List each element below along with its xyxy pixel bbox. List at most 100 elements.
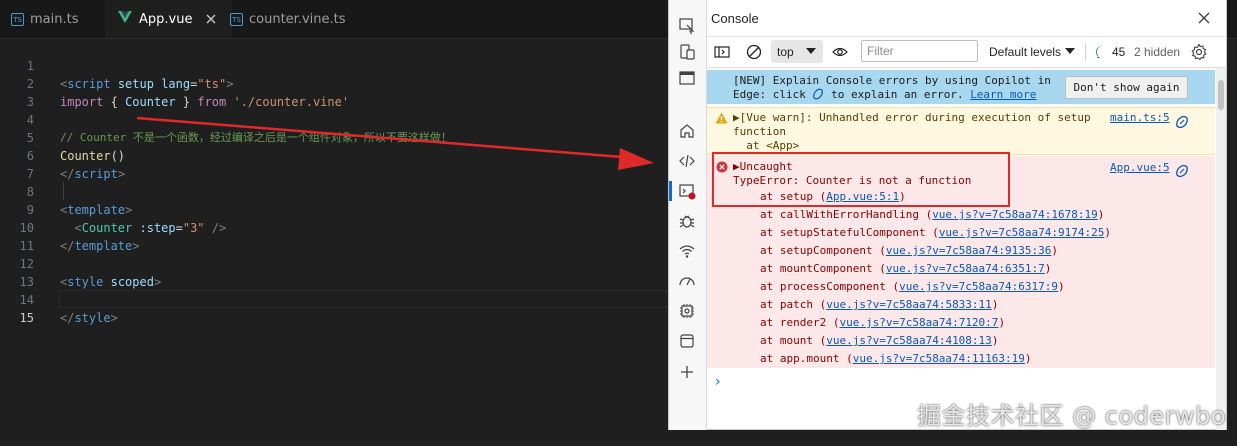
stack-frame: at patch (vue.js?v=7c58aa74:5833:11) xyxy=(760,298,999,311)
network-wifi-icon[interactable] xyxy=(677,241,697,261)
stack-frame-link[interactable]: vue.js?v=7c58aa74:6317:9 xyxy=(899,280,1058,293)
console-warning-message[interactable]: ▶[Vue warn]: Unhandled error during exec… xyxy=(707,107,1215,155)
code-line: 11 xyxy=(0,219,43,253)
stack-frame-link[interactable]: vue.js?v=7c58aa74:7120:7 xyxy=(839,316,998,329)
tab-label: main.ts xyxy=(30,11,79,27)
stack-frame-link[interactable]: vue.js?v=7c58aa74:9135:36 xyxy=(886,244,1052,257)
indent-guide xyxy=(63,182,64,200)
add-tool-plus-icon[interactable] xyxy=(677,362,697,382)
error-highlight-box xyxy=(712,152,1010,207)
toolbar-divider xyxy=(1085,43,1086,61)
stack-frame: at setupComponent (vue.js?v=7c58aa74:913… xyxy=(760,244,1059,257)
ts-file-icon: TS xyxy=(11,12,24,26)
scrollbar-thumb[interactable] xyxy=(1218,80,1224,110)
code-line: 9 <Counter :step="3" /> xyxy=(0,183,226,235)
copilot-banner: [NEW] Explain Console errors by using Co… xyxy=(707,70,1215,104)
stack-frame: at mountComponent (vue.js?v=7c58aa74:635… xyxy=(760,262,1052,275)
stack-frame: at setupStatefulComponent (vue.js?v=7c58… xyxy=(760,226,1112,239)
warning-source-link[interactable]: main.ts:5 xyxy=(1110,111,1170,125)
tab-label: App.vue xyxy=(139,11,193,27)
tab-app-vue[interactable]: App.vue xyxy=(105,0,232,38)
log-levels-select[interactable]: Default levels xyxy=(989,37,1076,67)
stack-frame-link[interactable]: vue.js?v=7c58aa74:5833:11 xyxy=(826,298,992,311)
chevron-down-icon xyxy=(1065,48,1076,54)
code-line: 3 xyxy=(0,75,43,109)
copilot-icon xyxy=(813,88,824,100)
ts-file-icon: TS xyxy=(230,12,243,26)
code-line: 13 xyxy=(0,255,43,289)
code-comment: // Counter 不是一个函数，经过编译之后是一个组件对象，所以不要这样做！ xyxy=(60,131,452,144)
log-levels-label: Default levels xyxy=(989,45,1062,59)
console-icon[interactable] xyxy=(669,181,697,201)
console-toolbar: top Filter Default levels 45 2 hidden xyxy=(707,37,1227,68)
code-line: 5 Counter() xyxy=(0,111,125,163)
show-sidebar-icon[interactable] xyxy=(713,37,731,67)
issues-counter[interactable]: 45 xyxy=(1095,37,1125,67)
learn-more-link[interactable]: Learn more xyxy=(970,88,1036,101)
application-window-icon[interactable] xyxy=(677,331,697,351)
close-icon[interactable] xyxy=(1195,9,1213,27)
code-line: 1 <script setup lang="ts"> xyxy=(0,39,234,91)
code-line: 15 xyxy=(0,291,43,325)
message-bubble-icon xyxy=(1096,46,1102,58)
clear-console-icon[interactable] xyxy=(745,37,763,67)
stack-frame-link[interactable]: vue.js?v=7c58aa74:4108:13 xyxy=(826,334,992,347)
dont-show-again-button[interactable]: Don't show again xyxy=(1065,76,1188,99)
console-scrollbar[interactable] xyxy=(1216,68,1226,430)
current-line-highlight xyxy=(59,290,669,308)
explain-copilot-icon[interactable] xyxy=(1175,115,1189,129)
code-text: <template> xyxy=(60,203,133,217)
code-text: import { Counter } from './counter.vine' xyxy=(60,95,350,109)
memory-chip-icon[interactable] xyxy=(677,301,697,321)
stack-frame-link[interactable]: vue.js?v=7c58aa74:11163:19 xyxy=(853,352,1025,365)
code-line: 12 <style scoped> xyxy=(0,237,162,289)
code-text: <script setup lang="ts"> xyxy=(60,77,234,91)
error-source-link[interactable]: App.vue:5 xyxy=(1110,161,1170,175)
tab-main-ts[interactable]: TS main.ts xyxy=(0,0,116,38)
bug-debugger-icon[interactable] xyxy=(677,211,697,231)
stack-frame-link[interactable]: vue.js?v=7c58aa74:1678:19 xyxy=(932,208,1098,221)
dock-window-icon[interactable] xyxy=(677,68,697,88)
code-text: </script> xyxy=(60,167,126,181)
warning-text: ▶[Vue warn]: Unhandled error during exec… xyxy=(733,111,1098,152)
devtools-activity-bar xyxy=(669,0,707,430)
stack-frame: at mount (vue.js?v=7c58aa74:4108:13) xyxy=(760,334,999,347)
performance-gauge-icon[interactable] xyxy=(677,271,697,291)
vue-file-icon xyxy=(118,11,132,27)
close-icon[interactable] xyxy=(206,14,216,24)
stack-frame: at render2 (vue.js?v=7c58aa74:7120:7) xyxy=(760,316,1006,329)
code-line: 14 </style> xyxy=(0,273,118,325)
gear-icon[interactable] xyxy=(1190,37,1208,67)
welcome-home-icon[interactable] xyxy=(677,121,697,141)
code-line: 2 import { Counter } from './counter.vin… xyxy=(0,57,349,109)
copilot-banner-text: [NEW] Explain Console errors by using Co… xyxy=(733,74,1058,101)
device-emulation-icon[interactable] xyxy=(677,42,697,62)
code-line: 8 <template> xyxy=(0,165,133,217)
code-line: 6 </script> xyxy=(0,129,125,181)
filter-input[interactable]: Filter xyxy=(861,40,978,62)
code-text: <style scoped> xyxy=(60,275,162,289)
code-text: </template> xyxy=(60,239,140,253)
code-line: 10 </template> xyxy=(0,201,140,253)
context-select[interactable]: top xyxy=(771,40,823,63)
code-text: <Counter :step="3" /> xyxy=(74,221,227,235)
explain-copilot-icon[interactable] xyxy=(1175,164,1189,178)
watermark: 掘金技术社区 @ coderwbo xyxy=(917,402,1227,430)
tab-counter-vine-ts[interactable]: TS counter.vine.ts xyxy=(219,0,370,38)
stack-frame: at app.mount (vue.js?v=7c58aa74:11163:19… xyxy=(760,352,1032,365)
tab-label: counter.vine.ts xyxy=(249,11,346,27)
stack-frame-link[interactable]: vue.js?v=7c58aa74:6351:7 xyxy=(886,262,1045,275)
inspect-element-icon[interactable] xyxy=(677,16,697,36)
warning-icon xyxy=(715,112,728,124)
console-prompt[interactable]: › xyxy=(715,374,721,390)
live-expression-eye-icon[interactable] xyxy=(831,37,849,67)
code-line: 4 // Counter 不是一个函数，经过编译之后是一个组件对象，所以不要这样… xyxy=(0,93,452,144)
stack-frame: at processComponent (vue.js?v=7c58aa74:6… xyxy=(760,280,1065,293)
elements-code-icon[interactable] xyxy=(677,151,697,171)
code-text: Counter() xyxy=(60,149,126,163)
stack-frame: at callWithErrorHandling (vue.js?v=7c58a… xyxy=(760,208,1105,221)
context-value: top xyxy=(777,44,794,59)
code-text: </style> xyxy=(60,311,118,325)
hidden-count: 2 hidden xyxy=(1134,45,1181,59)
stack-frame-link[interactable]: vue.js?v=7c58aa74:9174:25 xyxy=(939,226,1105,239)
